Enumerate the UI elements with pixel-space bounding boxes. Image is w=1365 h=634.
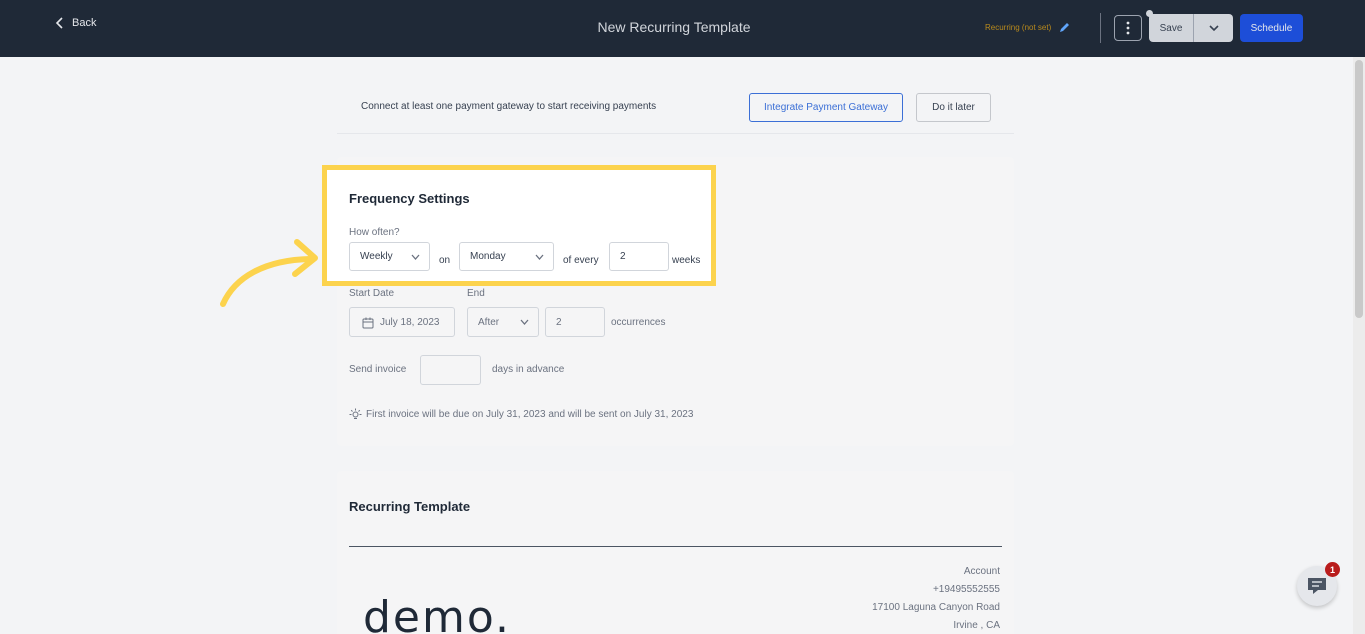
annotation-arrow: [220, 239, 318, 307]
save-button-group: Save: [1149, 14, 1233, 42]
day-value: Monday: [470, 251, 506, 262]
account-street: 17100 Laguna Canyon Road: [872, 602, 1000, 613]
on-label: on: [439, 255, 451, 266]
interval-select[interactable]: Weekly: [349, 242, 430, 271]
vertical-dots-icon: [1126, 21, 1130, 35]
calendar-icon: [362, 317, 374, 329]
send-invoice-label: Send invoice: [349, 364, 407, 375]
of-every-label: of every: [563, 255, 599, 266]
pencil-icon: [1060, 23, 1070, 32]
chat-icon: [1308, 578, 1326, 594]
header-divider: [1100, 13, 1101, 43]
page-title: New Recurring Template: [597, 19, 751, 35]
lightbulb-icon: [349, 408, 362, 419]
company-logo: demo.: [363, 592, 511, 634]
payment-gateway-banner: Connect at least one payment gateway to …: [337, 83, 1014, 134]
do-it-later-button[interactable]: Do it later: [916, 93, 991, 122]
interval-value: Weekly: [360, 251, 393, 262]
day-select[interactable]: Monday: [459, 242, 554, 271]
integrate-gateway-button[interactable]: Integrate Payment Gateway: [749, 93, 903, 122]
account-city: Irvine , CA: [953, 620, 1000, 631]
interval-count-input[interactable]: 2: [609, 242, 669, 271]
end-type-select[interactable]: After: [467, 307, 539, 337]
chevron-down-icon: [1208, 24, 1219, 31]
how-often-label: How often?: [349, 227, 400, 238]
recurring-template-card: Recurring Template demo. Account +194955…: [337, 471, 1014, 634]
occurrences-label: occurrences: [611, 317, 666, 328]
days-in-advance-label: days in advance: [492, 364, 565, 375]
cursor-dot: [1146, 10, 1153, 17]
frequency-settings-title: Frequency Settings: [349, 191, 470, 206]
start-date-label: Start Date: [349, 288, 395, 299]
account-phone: +19495552555: [932, 584, 1000, 595]
recurring-status[interactable]: Recurring (not set): [985, 22, 1070, 33]
more-options-button[interactable]: [1114, 15, 1142, 41]
save-dropdown-button[interactable]: [1194, 14, 1233, 42]
save-button[interactable]: Save: [1149, 14, 1194, 42]
occurrences-input[interactable]: 2: [545, 307, 605, 337]
chevron-down-icon: [520, 319, 529, 325]
scrollbar-thumb[interactable]: [1355, 60, 1363, 318]
banner-message: Connect at least one payment gateway to …: [361, 101, 657, 112]
account-label: Account: [963, 566, 1000, 577]
start-date-value: July 18, 2023: [380, 316, 440, 328]
recurring-template-title: Recurring Template: [349, 499, 471, 514]
end-type-value: After: [478, 316, 500, 328]
invoice-tip: First invoice will be due on July 31, 20…: [366, 409, 694, 420]
recurring-status-label: Recurring (not set): [985, 23, 1052, 32]
start-date-field[interactable]: July 18, 2023: [349, 307, 455, 337]
template-divider: [349, 546, 1002, 547]
chevron-down-icon: [535, 254, 544, 260]
weeks-label: weeks: [672, 255, 701, 266]
schedule-button[interactable]: Schedule: [1240, 14, 1303, 42]
chevron-down-icon: [411, 254, 420, 260]
days-in-advance-input[interactable]: [420, 355, 481, 385]
top-bar: Back New Recurring Template Recurring (n…: [0, 0, 1365, 57]
chat-unread-badge: 1: [1325, 562, 1340, 577]
frequency-settings-highlight: Frequency Settings How often? Weekly on …: [322, 165, 716, 286]
end-label: End: [467, 288, 485, 299]
